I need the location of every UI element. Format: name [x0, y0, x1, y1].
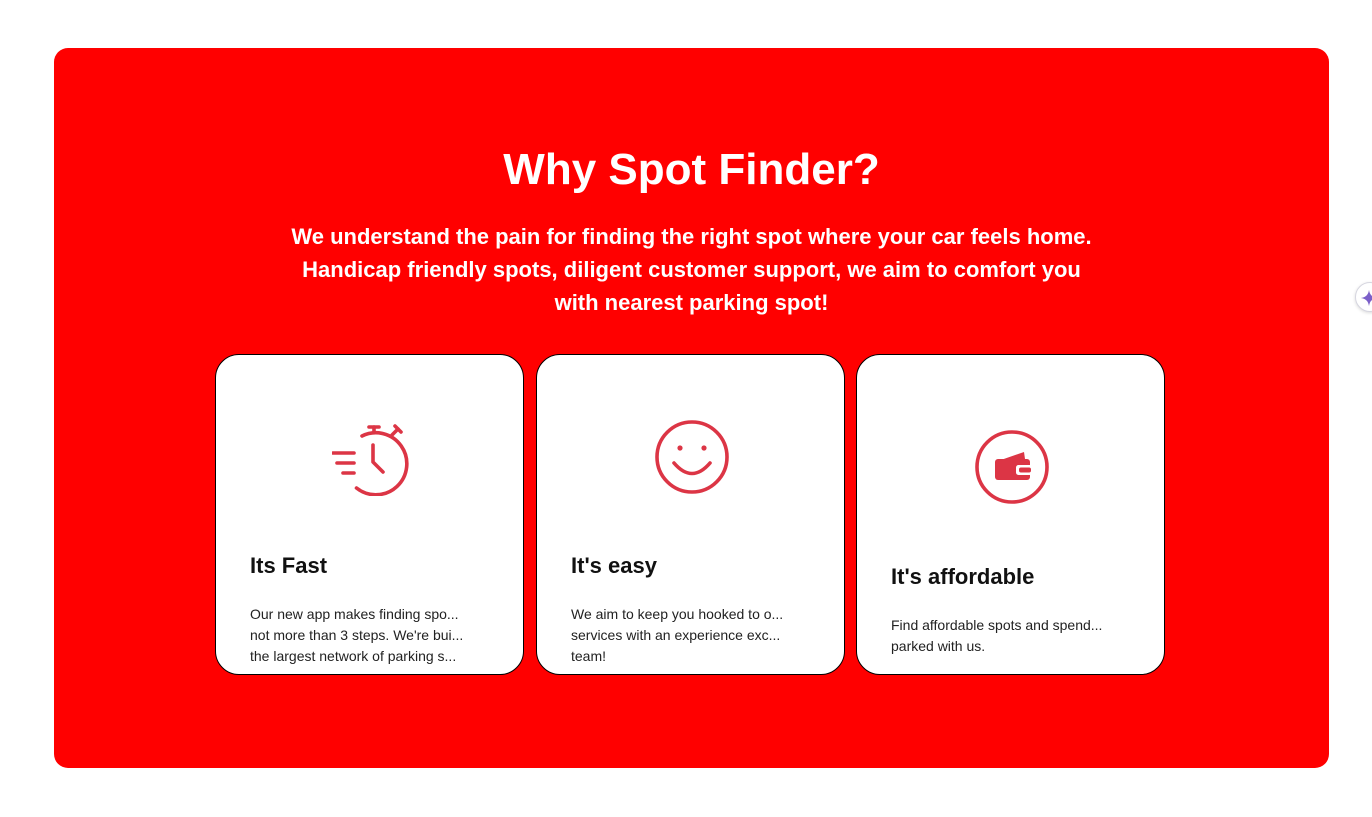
card-description: Find affordable spots and spend... parke… [891, 615, 1133, 657]
card-text-line: Our new app makes finding spo... [250, 606, 459, 622]
subtitle-line: We understand the pain for finding the r… [291, 224, 1092, 249]
feature-card-fast: Its Fast Our new app makes finding spo..… [215, 354, 524, 675]
feature-card-affordable: It's affordable Find affordable spots an… [856, 354, 1165, 675]
assistant-button[interactable] [1355, 282, 1372, 312]
why-spot-finder-section: Why Spot Finder? We understand the pain … [54, 48, 1329, 768]
card-text-line: We aim to keep you hooked to o... [571, 606, 784, 622]
subtitle-line: with nearest parking spot! [554, 290, 829, 315]
card-title: Its Fast [250, 553, 328, 578]
stopwatch-icon [332, 424, 409, 496]
smiley-face-icon [655, 420, 729, 494]
card-text-line: the largest network of parking s... [250, 648, 457, 664]
card-description: Our new app makes finding spo... not mor… [250, 604, 492, 667]
sparkle-icon [1360, 289, 1372, 307]
card-description: We aim to keep you hooked to o... servic… [571, 604, 813, 667]
section-subtitle: We understand the pain for finding the r… [254, 220, 1129, 319]
card-text-line: services with an experience exc... [571, 627, 781, 643]
card-text-line: parked with us. [891, 638, 986, 654]
card-text-line: team! [571, 648, 607, 664]
card-title: It's easy [571, 553, 657, 578]
card-text-line: Find affordable spots and spend... [891, 617, 1103, 633]
feature-card-easy: It's easy We aim to keep you hooked to o… [536, 354, 845, 675]
section-title: Why Spot Finder? [503, 145, 880, 194]
card-text-line: not more than 3 steps. We're bui... [250, 627, 464, 643]
subtitle-line: Handicap friendly spots, diligent custom… [302, 257, 1081, 282]
card-title: It's affordable [891, 564, 1035, 589]
wallet-icon [975, 430, 1049, 504]
